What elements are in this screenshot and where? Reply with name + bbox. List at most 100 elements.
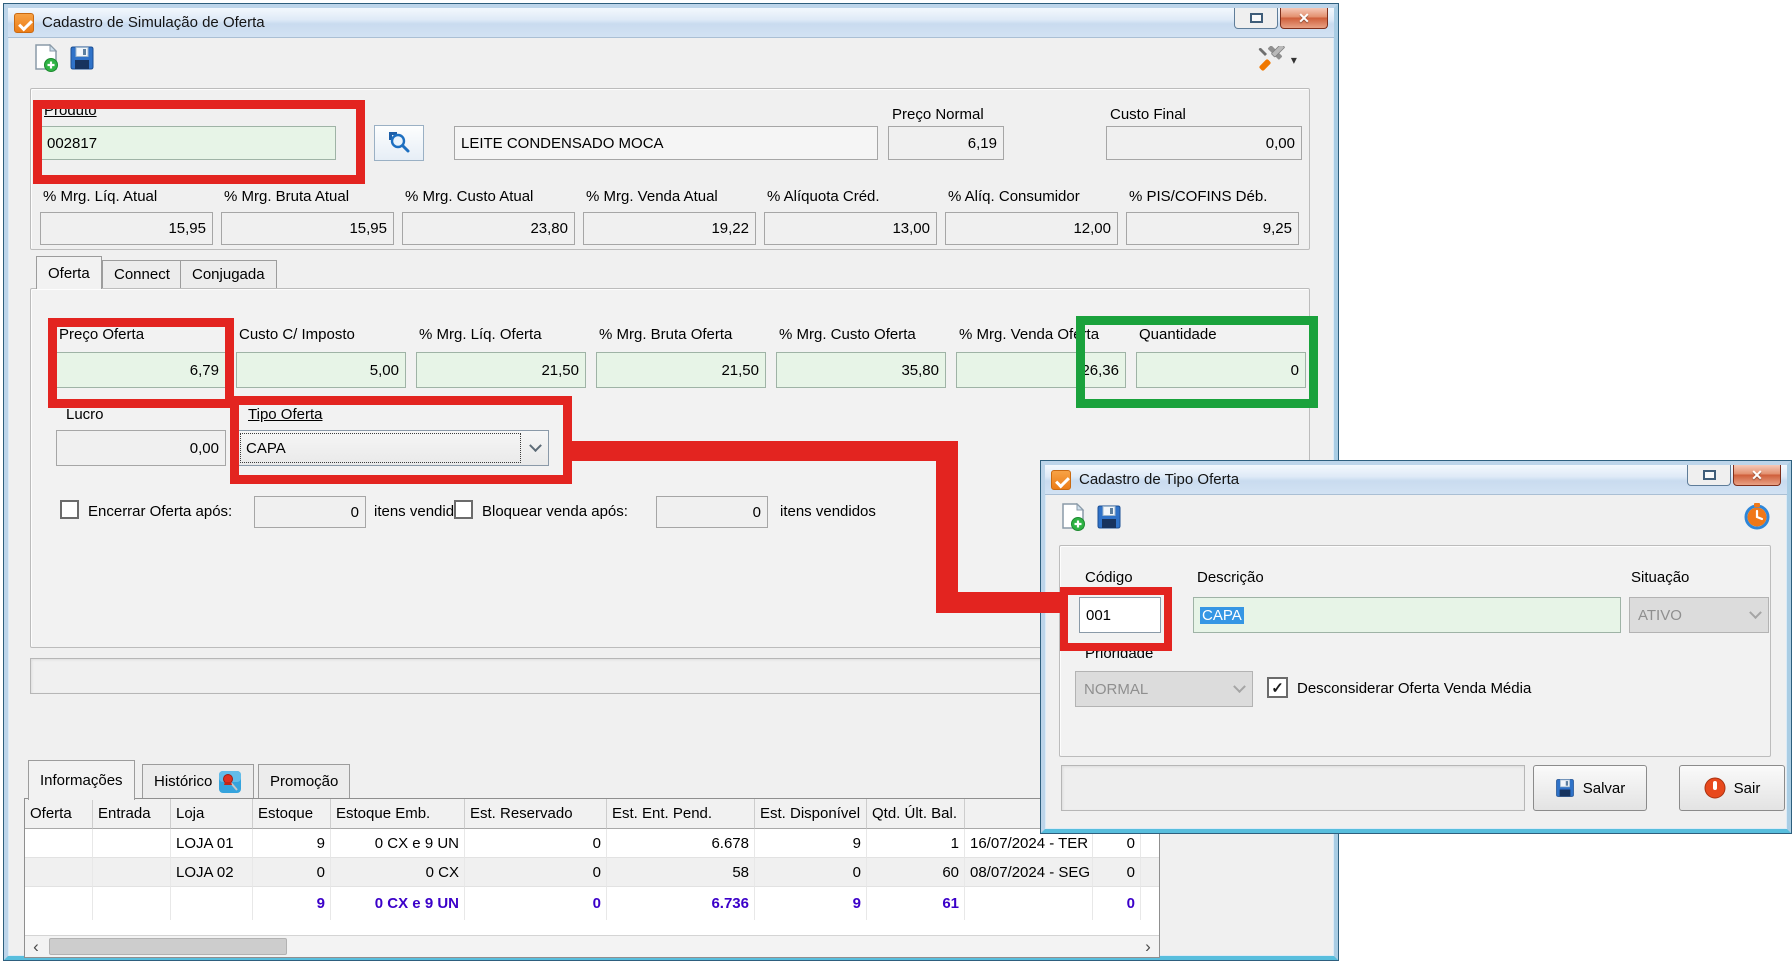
scroll-right-button[interactable]: › [1137, 936, 1159, 957]
margin-field: 19,22 [583, 212, 756, 245]
col-estoque[interactable]: Estoque [253, 799, 331, 829]
col-est-ent-pend[interactable]: Est. Ent. Pend. [607, 799, 755, 829]
tab-connect[interactable]: Connect [102, 260, 182, 288]
stock-table: Oferta Entrada Loja Estoque Estoque Emb.… [24, 798, 1160, 958]
col-entrada[interactable]: Entrada [93, 799, 171, 829]
margin-label: % Alíquota Créd. [764, 188, 937, 205]
quantidade-field[interactable]: 0 [1136, 352, 1306, 388]
salvar-button[interactable]: Salvar [1533, 765, 1647, 811]
product-search-button[interactable] [374, 125, 424, 161]
save-icon [1555, 778, 1575, 798]
save-button[interactable] [68, 45, 96, 73]
close-button[interactable]: ✕ [1733, 465, 1781, 486]
margin-fields-row: 15,95 15,95 23,80 19,22 13,00 12,00 9,25 [40, 212, 1299, 245]
main-titlebar: Cadastro de Simulação de Oferta ✕ [8, 8, 1334, 38]
encerrar-oferta-checkbox[interactable] [60, 500, 79, 519]
custo-final-label: Custo Final [1110, 106, 1186, 123]
offer-label: Preço Oferta [56, 326, 226, 343]
restore-button[interactable] [1234, 8, 1278, 29]
lucro-field: 0,00 [56, 430, 226, 466]
exit-icon [1704, 777, 1726, 799]
bloquear-venda-label: Bloquear venda após: [482, 503, 628, 520]
lucro-label: Lucro [66, 406, 104, 423]
tipo-window-title: Cadastro de Tipo Oferta [1079, 471, 1239, 488]
descricao-label: Descrição [1197, 569, 1264, 586]
offer-label: Custo C/ Imposto [236, 326, 406, 343]
tab-informacoes[interactable]: Informações [28, 760, 135, 800]
new-record-button[interactable] [1059, 503, 1087, 533]
restore-icon [1703, 470, 1716, 480]
table-totals-row: 9 0 CX e 9 UN 0 6.736 9 61 0 [25, 887, 1159, 920]
codigo-field[interactable]: 001 [1079, 597, 1161, 633]
mrg-bruta-oferta-field[interactable]: 21,50 [596, 352, 766, 388]
restore-button[interactable] [1687, 465, 1731, 486]
new-document-icon [1060, 503, 1086, 531]
tools-menu-button[interactable]: ▾ [1254, 46, 1300, 74]
save-button[interactable] [1095, 504, 1123, 532]
new-record-button[interactable] [32, 44, 60, 74]
table-row[interactable]: LOJA 01 9 0 CX e 9 UN 0 6.678 9 1 16/07/… [25, 829, 1159, 858]
offer-label: % Mrg. Venda Oferta [956, 326, 1126, 343]
desconsiderar-checkbox[interactable]: ✓ [1267, 677, 1288, 698]
app-icon [1051, 470, 1071, 490]
margin-field: 13,00 [764, 212, 937, 245]
col-est-disponivel[interactable]: Est. Disponível [755, 799, 867, 829]
preco-oferta-field[interactable]: 6,79 [56, 352, 226, 388]
scroll-left-button[interactable]: ‹ [25, 936, 47, 957]
chevron-down-icon [523, 431, 548, 465]
history-clock-button[interactable] [1741, 501, 1773, 533]
offer-label: % Mrg. Bruta Oferta [596, 326, 766, 343]
bloquear-venda-checkbox[interactable] [454, 500, 473, 519]
desktop: Cadastro de Simulação de Oferta ✕ [0, 0, 1792, 968]
encerrar-oferta-label: Encerrar Oferta após: [88, 503, 232, 520]
codigo-label: Código [1085, 569, 1133, 586]
save-icon [69, 45, 95, 71]
save-icon [1096, 504, 1122, 530]
offer-label: % Mrg. Custo Oferta [776, 326, 946, 343]
margin-label: % Mrg. Bruta Atual [221, 188, 394, 205]
tipo-oferta-window: Cadastro de Tipo Oferta ✕ [1041, 461, 1791, 833]
produto-label: Produto [44, 102, 97, 119]
tools-caret-icon: ▾ [1291, 53, 1297, 67]
chevron-down-icon [1743, 598, 1768, 632]
margin-field: 12,00 [945, 212, 1118, 245]
margin-field: 9,25 [1126, 212, 1299, 245]
restore-icon [1250, 13, 1263, 23]
prioridade-dropdown: NORMAL [1075, 671, 1253, 707]
preco-normal-field: 6,19 [888, 126, 1004, 160]
bloquear-suffix-label: itens vendidos [780, 503, 876, 520]
col-qtd-ult-bal[interactable]: Qtd. Últ. Bal. [867, 799, 965, 829]
encerrar-qty-field[interactable]: 0 [254, 496, 366, 528]
mrg-custo-oferta-field[interactable]: 35,80 [776, 352, 946, 388]
col-est-reservado[interactable]: Est. Reservado [465, 799, 607, 829]
search-icon [387, 130, 411, 154]
new-document-icon [33, 44, 59, 72]
offer-label: Quantidade [1136, 326, 1306, 343]
custo-imposto-field[interactable]: 5,00 [236, 352, 406, 388]
tab-conjugada[interactable]: Conjugada [180, 260, 277, 288]
margin-label: % Alíq. Consumidor [945, 188, 1118, 205]
close-icon: ✕ [1298, 11, 1310, 25]
produto-code-field[interactable]: 002817 [40, 126, 336, 160]
main-window-title: Cadastro de Simulação de Oferta [42, 14, 265, 31]
bloquear-qty-field[interactable]: 0 [656, 496, 768, 528]
mrg-liq-oferta-field[interactable]: 21,50 [416, 352, 586, 388]
tipo-oferta-dropdown[interactable]: CAPA [237, 430, 549, 466]
close-button[interactable]: ✕ [1280, 8, 1328, 29]
mrg-venda-oferta-field[interactable]: 26,36 [956, 352, 1126, 388]
col-oferta[interactable]: Oferta [25, 799, 93, 829]
preco-normal-label: Preço Normal [892, 106, 984, 123]
selected-text: CAPA [1200, 607, 1244, 624]
tab-promocao[interactable]: Promoção [258, 764, 350, 798]
scrollbar-thumb[interactable] [49, 938, 287, 955]
sair-button[interactable]: Sair [1679, 765, 1785, 811]
descricao-field[interactable]: CAPA [1193, 597, 1621, 633]
col-loja[interactable]: Loja [171, 799, 253, 829]
table-row[interactable]: LOJA 02 0 0 CX 0 58 0 60 08/07/2024 - SE… [25, 858, 1159, 887]
tab-oferta[interactable]: Oferta [36, 256, 102, 289]
app-icon [14, 13, 34, 33]
margin-label: % Mrg. Venda Atual [583, 188, 756, 205]
tab-historico[interactable]: Histórico [142, 764, 254, 798]
col-estoque-emb[interactable]: Estoque Emb. [331, 799, 465, 829]
margin-field: 23,80 [402, 212, 575, 245]
